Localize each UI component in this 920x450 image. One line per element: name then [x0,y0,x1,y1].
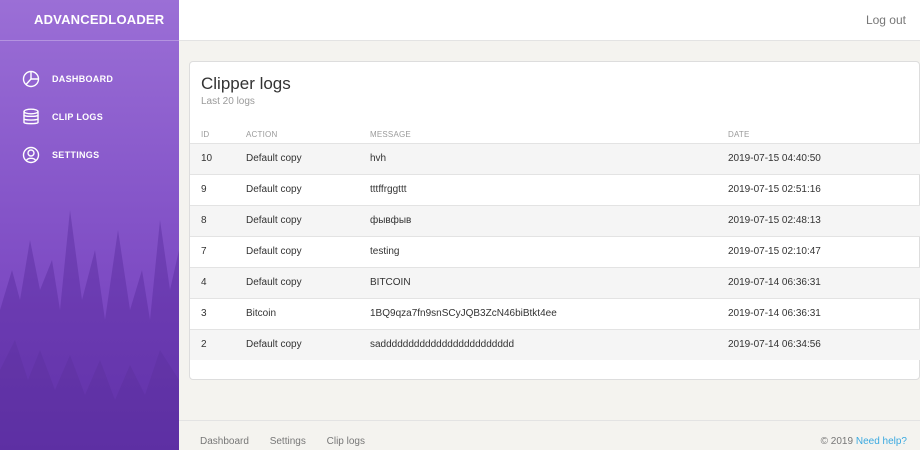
need-help-link[interactable]: Need help? [856,436,907,447]
cell-message: BITCOIN [370,266,728,298]
cell-action: Default copy [246,142,370,174]
cell-action: Bitcoin [246,297,370,329]
app-brand[interactable]: ADVANCEDLOADER [0,0,179,41]
column-header-id: ID [201,129,210,139]
user-circle-icon [22,146,40,164]
footer: Dashboard Settings Clip logs © 2019 Need… [179,420,920,450]
card-subtitle: Last 20 logs [201,96,255,107]
card-title: Clipper logs [201,74,291,93]
logout-link[interactable]: Log out [866,13,906,27]
sidebar-item-label: CLIP LOGS [52,112,104,122]
cell-date: 2019-07-14 06:36:31 [728,266,920,298]
cell-action: Default copy [246,235,370,267]
sidebar-item-dashboard[interactable]: DASHBOARD [0,60,179,98]
sidebar-item-label: DASHBOARD [52,74,114,84]
cell-action: Default copy [246,173,370,205]
forest-background-image [0,210,179,450]
footer-links: Dashboard Settings Clip logs [200,436,383,447]
column-header-message: MESSAGE [370,129,411,139]
cell-message: фывфыв [370,204,728,236]
cell-id: 3 [190,297,246,329]
cell-message: 1BQ9qza7fn9snSCyJQB3ZcN46biBtkt4ee [370,297,728,329]
table-row: 2 Default copy saddddddddddddddddddddddd… [190,328,920,360]
pie-chart-icon [22,70,40,88]
table-row: 9 Default copy tttffrggttt 2019-07-15 02… [190,173,920,205]
sidebar: ADVANCEDLOADER DASHBOARD CLIP LOGS SETTI… [0,0,179,450]
table-row: 10 Default copy hvh 2019-07-15 04:40:50 [190,142,920,174]
cell-id: 4 [190,266,246,298]
table-header-row: ID ACTION MESSAGE DATE [190,126,920,143]
cell-date: 2019-07-14 06:34:56 [728,328,920,360]
cell-action: Default copy [246,328,370,360]
footer-link-dashboard[interactable]: Dashboard [200,436,249,447]
logs-table: ID ACTION MESSAGE DATE 10 Default copy h… [190,126,920,360]
table-row: 8 Default copy фывфыв 2019-07-15 02:48:1… [190,204,920,236]
table-row: 4 Default copy BITCOIN 2019-07-14 06:36:… [190,266,920,298]
cell-message: testing [370,235,728,267]
cell-date: 2019-07-15 02:51:16 [728,173,920,205]
cell-message: hvh [370,142,728,174]
top-navbar: Log out [179,0,920,41]
database-icon [23,108,39,125]
table-row: 3 Bitcoin 1BQ9qza7fn9snSCyJQB3ZcN46biBtk… [190,297,920,329]
table-row: 7 Default copy testing 2019-07-15 02:10:… [190,235,920,267]
footer-link-clip-logs[interactable]: Clip logs [327,436,365,447]
cell-date: 2019-07-14 06:36:31 [728,297,920,329]
cell-id: 8 [190,204,246,236]
cell-id: 10 [190,142,246,174]
cell-date: 2019-07-15 02:10:47 [728,235,920,267]
sidebar-item-settings[interactable]: SETTINGS [0,136,179,174]
cell-message: sadddddddddddddddddddddddd [370,328,728,360]
cell-id: 9 [190,173,246,205]
sidebar-item-clip-logs[interactable]: CLIP LOGS [0,98,179,136]
clipper-logs-card: Clipper logs Last 20 logs ID ACTION MESS… [189,61,920,380]
column-header-date: DATE [728,129,750,139]
cell-date: 2019-07-15 04:40:50 [728,142,920,174]
sidebar-nav: DASHBOARD CLIP LOGS SETTINGS [0,60,179,174]
sidebar-item-label: SETTINGS [52,150,100,160]
cell-message: tttffrggttt [370,173,728,205]
copyright-text: © 2019 [820,436,854,447]
cell-action: Default copy [246,204,370,236]
cell-id: 7 [190,235,246,267]
cell-id: 2 [190,328,246,360]
cell-date: 2019-07-15 02:48:13 [728,204,920,236]
cell-action: Default copy [246,266,370,298]
column-header-action: ACTION [246,129,278,139]
footer-copyright: © 2019 Need help? [821,436,907,447]
footer-link-settings[interactable]: Settings [270,436,306,447]
